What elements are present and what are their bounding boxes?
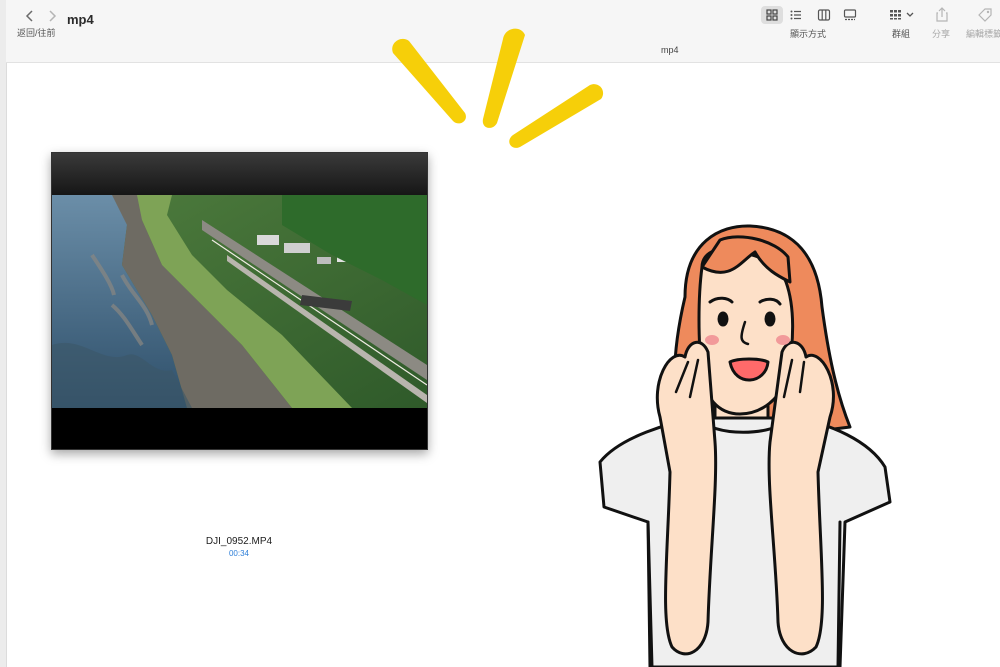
edit-tags-button[interactable]	[976, 6, 994, 24]
aerial-coast-image	[52, 195, 427, 408]
chevron-right-icon	[49, 10, 57, 22]
file-name[interactable]: DJI_0952.MP4	[150, 536, 328, 547]
view-mode-label: 顯示方式	[790, 29, 827, 39]
tag-icon	[978, 8, 992, 22]
list-view-button[interactable]	[785, 6, 807, 24]
nav-label: 返回/往前	[17, 28, 56, 38]
video-thumbnail[interactable]	[51, 152, 428, 450]
back-button[interactable]	[22, 8, 38, 24]
sidebar-edge	[0, 0, 7, 667]
file-duration: 00:34	[228, 549, 250, 558]
chevron-down-icon	[906, 12, 914, 17]
gallery-icon	[843, 9, 857, 21]
video-letterbox-top	[52, 153, 427, 195]
share-button[interactable]	[934, 6, 950, 24]
share-label: 分享	[932, 29, 951, 39]
columns-icon	[817, 9, 831, 21]
path-title: mp4	[661, 45, 679, 55]
grid-icon	[766, 9, 778, 21]
list-icon	[790, 10, 801, 20]
chevron-left-icon	[25, 10, 33, 22]
group-grid-icon	[890, 10, 914, 20]
window-title: mp4	[67, 12, 94, 27]
group-button[interactable]	[888, 6, 918, 24]
edit-tags-label: 編輯標籤	[966, 29, 1000, 39]
exclamation-burst-icon	[392, 28, 604, 148]
excited-woman-illustration	[598, 224, 892, 667]
view-mode-group	[761, 6, 857, 24]
icon-view-button[interactable]	[761, 6, 783, 24]
forward-button[interactable]	[44, 8, 60, 24]
column-view-button[interactable]	[813, 6, 835, 24]
share-icon	[936, 7, 948, 22]
group-label: 群組	[892, 29, 911, 39]
gallery-view-button[interactable]	[839, 6, 861, 24]
